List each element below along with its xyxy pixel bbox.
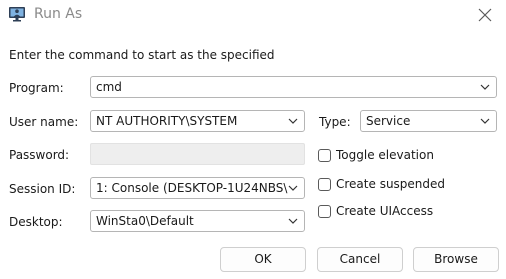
password-label: Password: bbox=[9, 148, 70, 162]
password-field[interactable] bbox=[90, 143, 305, 165]
close-icon[interactable] bbox=[476, 6, 494, 24]
chevron-down-icon bbox=[288, 118, 298, 124]
create-suspended-label: Create suspended bbox=[336, 177, 446, 191]
browse-button[interactable]: Browse bbox=[413, 247, 499, 272]
window-title: Run As bbox=[34, 6, 83, 22]
create-uiaccess-checkbox[interactable]: Create UIAccess bbox=[318, 203, 433, 219]
chevron-down-icon bbox=[480, 118, 490, 124]
type-value: Service bbox=[366, 114, 411, 128]
create-suspended-checkbox[interactable]: Create suspended bbox=[318, 176, 445, 192]
desktop-combobox[interactable]: WinSta0\Default bbox=[90, 210, 305, 232]
type-label: Type: bbox=[319, 115, 351, 129]
checkbox-box[interactable] bbox=[318, 177, 331, 191]
cancel-button[interactable]: Cancel bbox=[317, 247, 403, 272]
desktop-value: WinSta0\Default bbox=[96, 214, 194, 228]
type-combobox[interactable]: Service bbox=[360, 110, 497, 132]
username-label: User name: bbox=[9, 115, 79, 129]
ok-button[interactable]: OK bbox=[220, 247, 306, 272]
session-combobox[interactable]: 1: Console (DESKTOP-1U24NBS\ bbox=[90, 177, 305, 199]
username-combobox[interactable]: NT AUTHORITY\SYSTEM bbox=[90, 110, 305, 132]
username-value: NT AUTHORITY\SYSTEM bbox=[96, 114, 238, 128]
program-value: cmd bbox=[96, 80, 122, 94]
monitor-user-icon bbox=[9, 7, 25, 22]
create-uiaccess-label: Create UIAccess bbox=[336, 204, 434, 218]
toggle-elevation-label: Toggle elevation bbox=[336, 148, 434, 162]
program-combobox[interactable]: cmd bbox=[90, 76, 497, 98]
toggle-elevation-checkbox[interactable]: Toggle elevation bbox=[318, 147, 434, 163]
chevron-down-icon bbox=[480, 84, 490, 90]
chevron-down-icon bbox=[288, 218, 298, 224]
instructions-text: Enter the command to start as the specif… bbox=[9, 48, 275, 62]
checkbox-box[interactable] bbox=[318, 204, 331, 218]
desktop-label: Desktop: bbox=[9, 215, 63, 229]
checkbox-box[interactable] bbox=[318, 148, 331, 162]
session-label: Session ID: bbox=[9, 182, 76, 196]
session-value: 1: Console (DESKTOP-1U24NBS\ bbox=[96, 181, 288, 195]
title-bar: Run As bbox=[0, 0, 506, 30]
program-label: Program: bbox=[9, 81, 64, 95]
chevron-down-icon bbox=[288, 185, 298, 191]
